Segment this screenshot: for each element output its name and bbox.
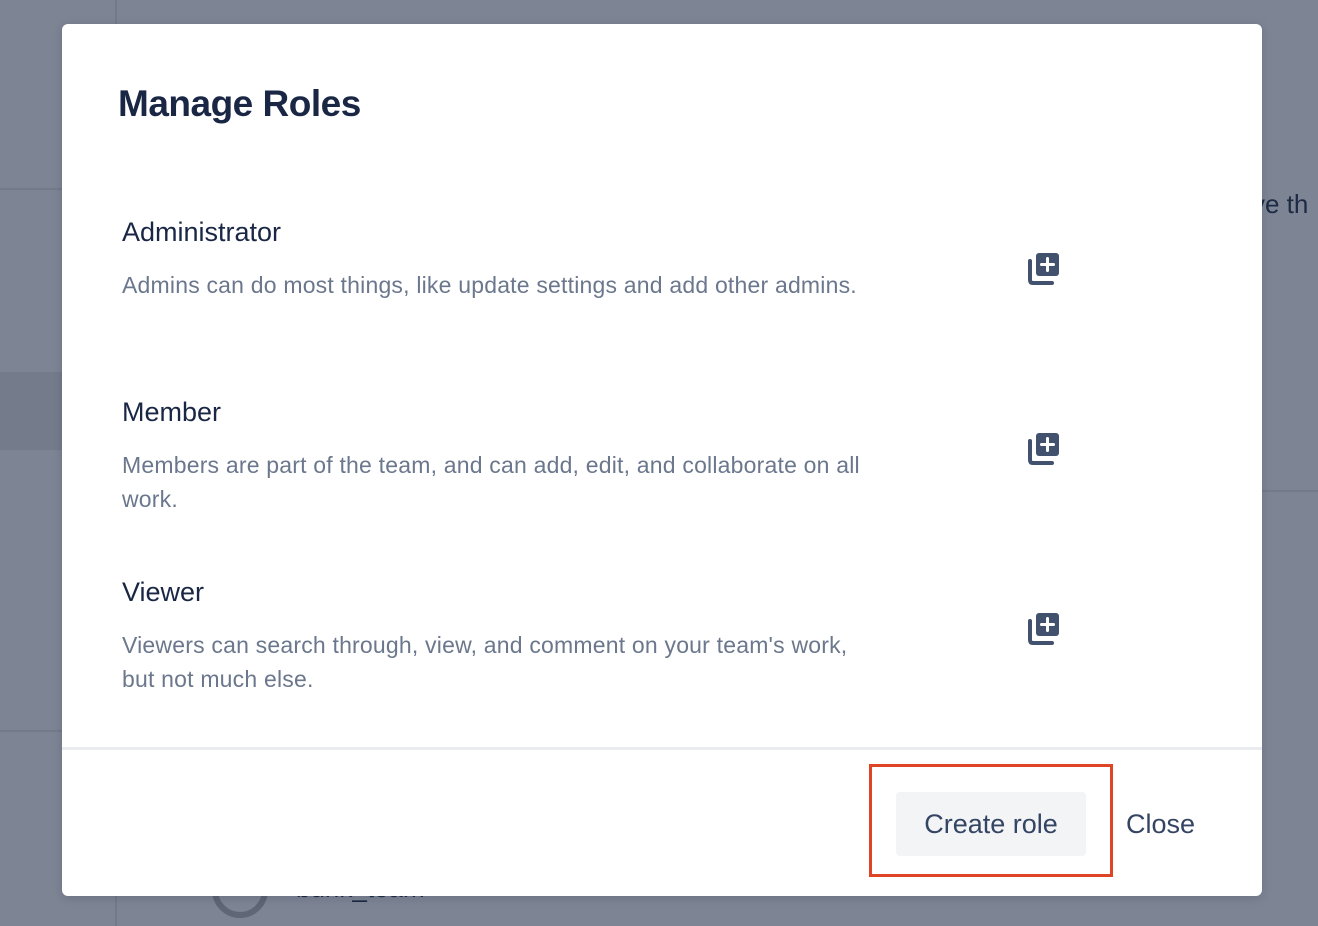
role-list: Administrator Admins can do most things,… <box>122 210 1182 750</box>
role-description: Viewers can search through, view, and co… <box>122 632 848 692</box>
role-description: Members are part of the team, and can ad… <box>122 452 860 512</box>
footer-divider <box>62 747 1262 750</box>
modal-title: Manage Roles <box>118 83 361 124</box>
duplicate-icon <box>1028 613 1059 645</box>
manage-roles-modal: Manage Roles Administrator Admins can do… <box>62 24 1262 896</box>
duplicate-icon <box>1028 433 1059 465</box>
duplicate-role-button[interactable] <box>1022 246 1066 290</box>
duplicate-icon <box>1028 253 1059 285</box>
close-button[interactable]: Close <box>1116 792 1205 856</box>
duplicate-role-button[interactable] <box>1022 606 1066 650</box>
background-divider <box>1262 490 1318 492</box>
role-item-member: Member Members are part of the team, and… <box>122 390 1182 570</box>
role-description: Admins can do most things, like update s… <box>122 272 857 298</box>
role-item-viewer: Viewer Viewers can search through, view,… <box>122 570 1182 750</box>
role-name: Administrator <box>122 217 282 247</box>
role-item-administrator: Administrator Admins can do most things,… <box>122 210 1182 390</box>
create-role-button[interactable]: Create role <box>896 792 1086 856</box>
role-name: Member <box>122 397 222 427</box>
duplicate-role-button[interactable] <box>1022 426 1066 470</box>
role-name: Viewer <box>122 577 205 607</box>
